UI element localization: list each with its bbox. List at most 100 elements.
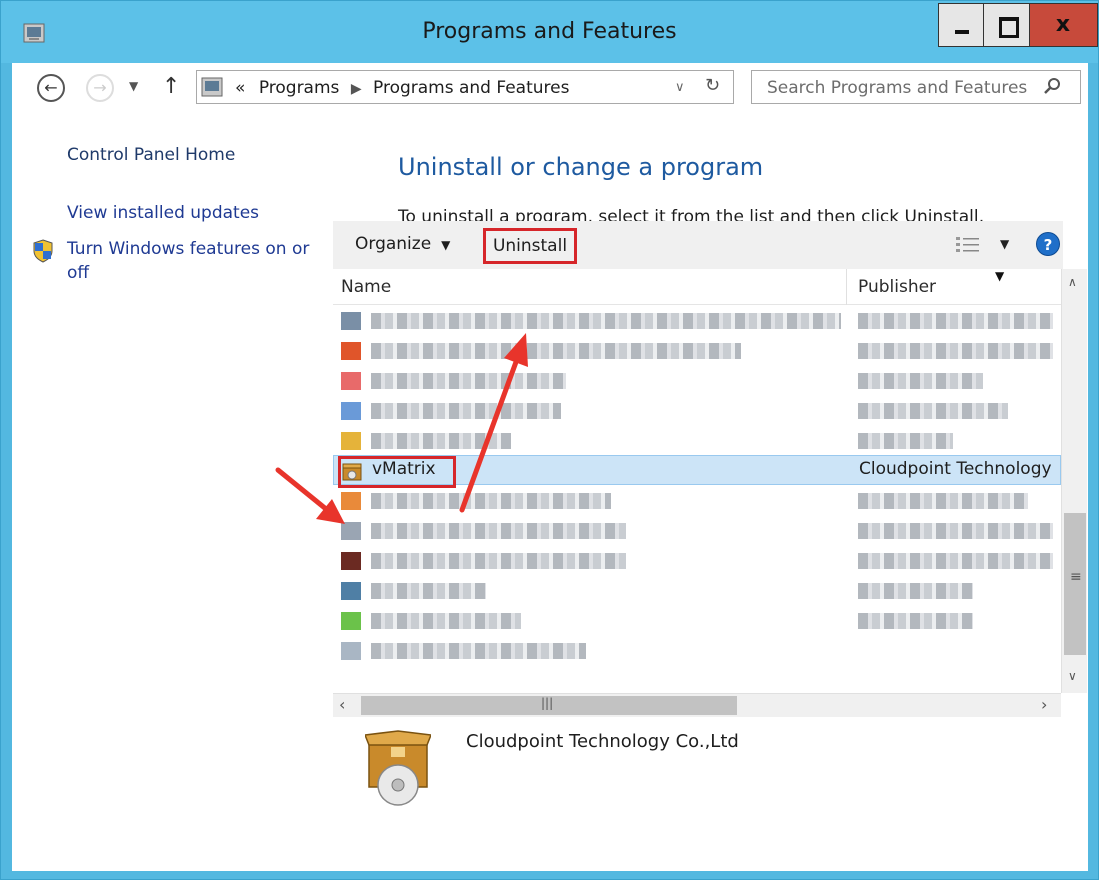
details-pane: Cloudpoint Technology Co.,Ltd [333, 717, 1073, 807]
blurred-publisher [858, 583, 973, 599]
list-item[interactable] [333, 305, 1061, 335]
scroll-down-icon[interactable]: ∨ [1068, 669, 1077, 683]
breadcrumb-separator-icon: ▶ [350, 81, 362, 97]
uninstall-button[interactable]: Uninstall [483, 228, 577, 264]
column-headers: Name Publisher ▼ [333, 269, 1061, 305]
chevron-down-icon: ▼ [441, 238, 451, 252]
view-installed-updates-link[interactable]: View installed updates [67, 201, 259, 225]
blurred-name [371, 583, 486, 599]
vertical-scrollbar[interactable]: ∧ ≡ ∨ [1061, 269, 1087, 693]
breadcrumb-programs-and-features[interactable]: Programs and Features [373, 78, 569, 98]
page-title: Uninstall or change a program [398, 153, 764, 181]
left-pane: Control Panel Home View installed update… [12, 115, 342, 871]
blurred-name [371, 523, 626, 539]
list-item[interactable] [333, 425, 1061, 455]
blurred-publisher [858, 523, 1053, 539]
blurred-name [371, 643, 586, 659]
list-item[interactable] [333, 335, 1061, 365]
blurred-publisher [858, 343, 1053, 359]
list-item[interactable] [333, 605, 1061, 635]
command-bar: Organize ▼ Uninstall ▼ ? [333, 221, 1063, 269]
details-publisher: Cloudpoint Technology Co.,Ltd [466, 731, 739, 752]
program-icon [341, 582, 361, 600]
window-title: Programs and Features [422, 19, 677, 44]
program-icon [341, 312, 361, 330]
close-icon: x [1055, 12, 1071, 37]
list-item[interactable] [333, 395, 1061, 425]
organize-label: Organize [355, 234, 432, 254]
breadcrumb-overflow-icon[interactable]: « [235, 78, 245, 98]
program-icon [341, 492, 361, 510]
blurred-publisher [858, 493, 1028, 509]
forward-icon[interactable]: → [86, 74, 114, 102]
refresh-icon[interactable]: ↻ [705, 75, 720, 96]
blurred-name [371, 373, 566, 389]
program-icon [341, 342, 361, 360]
search-icon[interactable] [1044, 77, 1062, 95]
maximize-button[interactable] [984, 3, 1030, 47]
address-history-chevron-down-icon[interactable]: ∨ [675, 80, 685, 95]
program-icon [341, 552, 361, 570]
blurred-publisher [858, 313, 1053, 329]
search-input[interactable]: Search Programs and Features [751, 70, 1081, 104]
publisher-column-header[interactable]: Publisher [858, 277, 936, 297]
scroll-up-icon[interactable]: ∧ [1068, 275, 1077, 289]
name-highlight-box [338, 456, 456, 488]
list-item[interactable] [333, 575, 1061, 605]
control-panel-icon [201, 77, 223, 97]
list-item-vmatrix[interactable]: vMatrix Cloudpoint Technology [333, 455, 1061, 488]
program-icon [341, 432, 361, 450]
horizontal-scroll-thumb[interactable]: ||| [361, 696, 737, 715]
name-column-header[interactable]: Name [341, 277, 391, 297]
program-icon [341, 372, 361, 390]
blurred-name [371, 433, 511, 449]
vertical-scroll-thumb[interactable]: ≡ [1064, 513, 1086, 655]
horizontal-scrollbar[interactable]: ‹ ||| › [333, 693, 1061, 717]
blurred-name [371, 343, 741, 359]
list-item[interactable] [333, 635, 1061, 665]
blurred-name [371, 613, 521, 629]
blurred-publisher [858, 613, 973, 629]
program-box-icon [365, 730, 431, 806]
minimize-button[interactable] [938, 3, 984, 47]
program-icon [341, 642, 361, 660]
list-item[interactable] [333, 485, 1061, 515]
grip-icon: ||| [541, 696, 554, 710]
blurred-name [371, 493, 611, 509]
program-list[interactable]: Name Publisher ▼ vMatrix Cloudpoint Tech… [333, 269, 1061, 693]
address-bar[interactable]: « Programs ▶ Programs and Features ∨ ↻ [196, 70, 734, 104]
shield-icon [33, 239, 53, 263]
back-icon[interactable]: ← [37, 74, 65, 102]
recent-pages-chevron-down-icon[interactable]: ▼ [129, 79, 138, 93]
list-item[interactable] [333, 515, 1061, 545]
program-icon [341, 522, 361, 540]
scroll-left-icon[interactable]: ‹ [339, 695, 345, 714]
blurred-publisher [858, 403, 1008, 419]
control-panel-home-link[interactable]: Control Panel Home [67, 143, 235, 167]
search-placeholder: Search Programs and Features [767, 78, 1028, 98]
view-options-icon[interactable] [955, 235, 981, 255]
program-icon [341, 612, 361, 630]
sort-chevron-down-icon: ▼ [995, 269, 1005, 283]
scroll-right-icon[interactable]: › [1041, 695, 1047, 714]
blurred-publisher [858, 553, 1053, 569]
column-divider[interactable] [846, 269, 847, 305]
list-item[interactable] [333, 545, 1061, 575]
breadcrumb: « Programs ▶ Programs and Features [235, 78, 569, 98]
program-publisher: Cloudpoint Technology [859, 459, 1052, 479]
blurred-publisher [858, 433, 953, 449]
program-icon [341, 402, 361, 420]
blurred-name [371, 313, 841, 329]
up-arrow-icon[interactable]: ↑ [162, 74, 180, 99]
blurred-name [371, 403, 561, 419]
help-icon[interactable]: ? [1036, 232, 1060, 256]
organize-menu[interactable]: Organize ▼ [355, 234, 450, 254]
grip-icon: ≡ [1070, 569, 1082, 585]
close-button[interactable]: x [1030, 3, 1098, 47]
view-chevron-down-icon[interactable]: ▼ [1000, 237, 1009, 251]
title-bar[interactable]: Programs and Features x [1, 1, 1098, 63]
breadcrumb-programs[interactable]: Programs [259, 78, 340, 98]
navigation-bar: ← → ▼ ↑ « Programs ▶ Programs and Featur… [12, 63, 1088, 115]
list-item[interactable] [333, 365, 1061, 395]
windows-features-link[interactable]: Turn Windows features on or off [67, 237, 327, 285]
